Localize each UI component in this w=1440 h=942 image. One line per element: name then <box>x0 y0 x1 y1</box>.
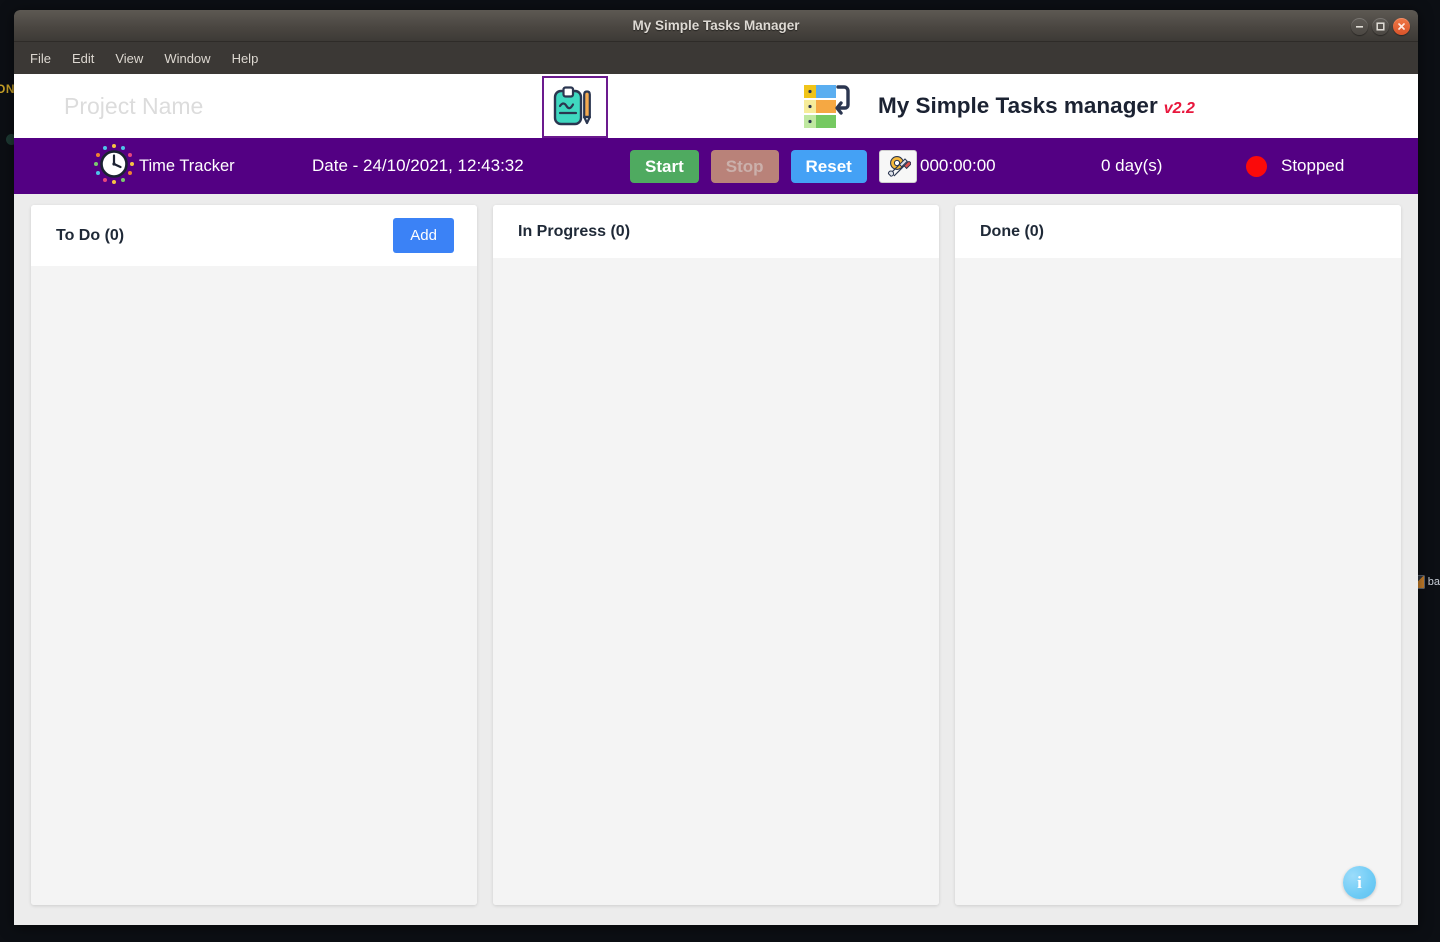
column-todo: To Do (0) Add <box>31 205 477 905</box>
column-title-todo: To Do (0) <box>56 226 125 244</box>
brand: My Simple Tasks manager v2.2 <box>800 74 1195 138</box>
menu-item-help[interactable]: Help <box>232 51 259 66</box>
column-title-in-progress: In Progress (0) <box>518 222 631 240</box>
menu-item-view[interactable]: View <box>115 51 143 66</box>
column-done: Done (0) <box>955 205 1401 905</box>
menu-item-window[interactable]: Window <box>164 51 210 66</box>
elapsed-days: 0 day(s) <box>1101 156 1163 175</box>
column-header-in-progress: In Progress (0) <box>493 205 939 258</box>
window-controls <box>1351 10 1410 42</box>
maximize-button[interactable] <box>1372 17 1389 35</box>
info-icon[interactable]: i <box>1343 866 1376 899</box>
column-body-todo[interactable] <box>31 266 477 905</box>
column-body-done[interactable] <box>955 258 1401 905</box>
column-body-in-progress[interactable] <box>493 258 939 905</box>
tracker-date: Date - 24/10/2021, 12:43:32 <box>312 156 524 175</box>
column-header-done: Done (0) <box>955 205 1401 258</box>
column-title-done: Done (0) <box>980 222 1044 240</box>
elapsed-time: 000:00:00 <box>920 156 996 175</box>
minimize-button[interactable] <box>1351 17 1368 35</box>
desktop-left-label: ON <box>0 82 15 96</box>
column-header-todo: To Do (0) Add <box>31 205 477 266</box>
info-glyph: i <box>1357 873 1362 892</box>
status-indicator: Stopped <box>1246 155 1345 177</box>
app-content: My Simple Tasks manager v2.2 <box>14 74 1418 925</box>
brand-title: My Simple Tasks manager <box>878 93 1158 118</box>
reset-button[interactable]: Reset <box>790 149 867 183</box>
window-title: My Simple Tasks Manager <box>632 18 800 33</box>
brand-version: v2.2 <box>1163 100 1195 117</box>
project-name-input[interactable] <box>64 92 484 120</box>
task-board: To Do (0) Add In Progress (0) Done (0) <box>14 194 1418 925</box>
menu-item-edit[interactable]: Edit <box>72 51 94 66</box>
close-button[interactable] <box>1393 17 1410 35</box>
add-task-button[interactable]: Add <box>393 218 454 253</box>
settings-tools-icon[interactable] <box>878 149 917 183</box>
menu-bar: File Edit View Window Help <box>14 42 1418 74</box>
status-dot-icon <box>1246 155 1267 177</box>
stop-button: Stop <box>710 149 779 183</box>
clipboard-pencil-icon[interactable] <box>542 76 608 138</box>
tracker-controls: Start Stop Reset <box>630 149 917 183</box>
application-window: My Simple Tasks Manager File Edit View W… <box>14 10 1418 925</box>
time-tracker-bar: Time Tracker Date - 24/10/2021, 12:43:32… <box>14 138 1418 194</box>
status-text: Stopped <box>1281 156 1345 175</box>
start-button[interactable]: Start <box>630 149 699 183</box>
desktop-right-label: ba <box>1427 576 1440 588</box>
menu-item-file[interactable]: File <box>30 51 51 66</box>
column-in-progress: In Progress (0) <box>493 205 939 905</box>
title-bar: My Simple Tasks Manager <box>14 10 1418 42</box>
clock-icon <box>90 140 138 193</box>
app-header: My Simple Tasks manager v2.2 <box>14 74 1418 138</box>
time-tracker-label: Time Tracker <box>139 156 235 175</box>
tasks-logo-icon <box>800 76 856 137</box>
time-tracker-brand: Time Tracker <box>90 140 235 193</box>
